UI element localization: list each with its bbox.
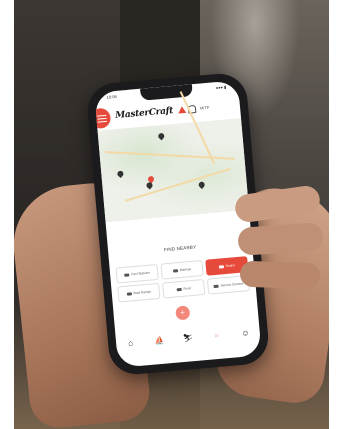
category-food[interactable]: Food: [162, 278, 206, 299]
header-right-label[interactable]: M/TF: [200, 105, 210, 111]
find-nearby-label: FIND NEARBY: [163, 244, 197, 253]
warning-icon[interactable]: [177, 105, 187, 114]
map-road: [105, 151, 235, 160]
category-fuel-stations[interactable]: Fuel Stations: [115, 263, 159, 284]
phone: 10:06 ●●● ▮ MasterCraft M/TF FIND NEARBY…: [85, 71, 271, 377]
category-label: Fuel Stations: [131, 270, 151, 277]
menu-button[interactable]: [94, 107, 112, 130]
home-icon[interactable]: ⌂: [122, 334, 139, 351]
menu-icon: [97, 114, 107, 118]
menu-icon-line: [97, 120, 107, 123]
wakeboard-icon[interactable]: ⛷: [179, 329, 196, 346]
map-road: [124, 167, 231, 202]
map-pin[interactable]: [157, 131, 166, 141]
category-marinas[interactable]: Marinas: [160, 260, 204, 280]
category-label: Marinas: [179, 267, 192, 273]
category-label: Dealer: [225, 263, 236, 269]
bottom-nav: ⌂ ⛵ ⛷ DI ☺: [115, 319, 261, 355]
phone-screen: 10:06 ●●● ▮ MasterCraft M/TF FIND NEARBY…: [94, 80, 262, 368]
nav-item-faded[interactable]: DI: [208, 326, 225, 343]
fuel-icon: [124, 272, 130, 277]
cart-icon: [213, 284, 219, 288]
menu-icon-line: [97, 117, 107, 120]
right-finger: [239, 260, 321, 290]
status-indicators: ●●● ▮: [215, 84, 227, 91]
category-label: Boat Ramps: [133, 289, 152, 296]
nav-faded-label: DI: [214, 332, 219, 338]
photo-scene: 10:06 ●●● ▮ MasterCraft M/TF FIND NEARBY…: [0, 0, 339, 429]
add-button[interactable]: +: [175, 305, 191, 321]
status-time: 10:06: [106, 93, 117, 100]
photo-border-right: [329, 0, 339, 429]
category-label: Service Centers: [220, 281, 244, 288]
category-grid: Fuel Stations Marinas Dealer Boat Ramps …: [115, 256, 251, 303]
map-pin[interactable]: [116, 169, 125, 179]
right-finger: [237, 222, 324, 256]
boat-ramp-icon: [126, 291, 132, 296]
photo-border-left: [0, 0, 14, 429]
brand-logo: MasterCraft: [114, 106, 174, 122]
fork-knife-icon: [176, 287, 182, 291]
map-pin[interactable]: [145, 181, 154, 190]
map-view[interactable]: [97, 91, 250, 223]
map-pin[interactable]: [197, 180, 206, 190]
anchor-icon: [172, 268, 178, 273]
store-icon: [218, 264, 224, 269]
profile-icon[interactable]: ☺: [237, 324, 254, 341]
category-label: Food: [183, 286, 191, 291]
category-boat-ramps[interactable]: Boat Ramps: [117, 282, 161, 303]
boat-icon[interactable]: ⛵: [151, 331, 168, 348]
